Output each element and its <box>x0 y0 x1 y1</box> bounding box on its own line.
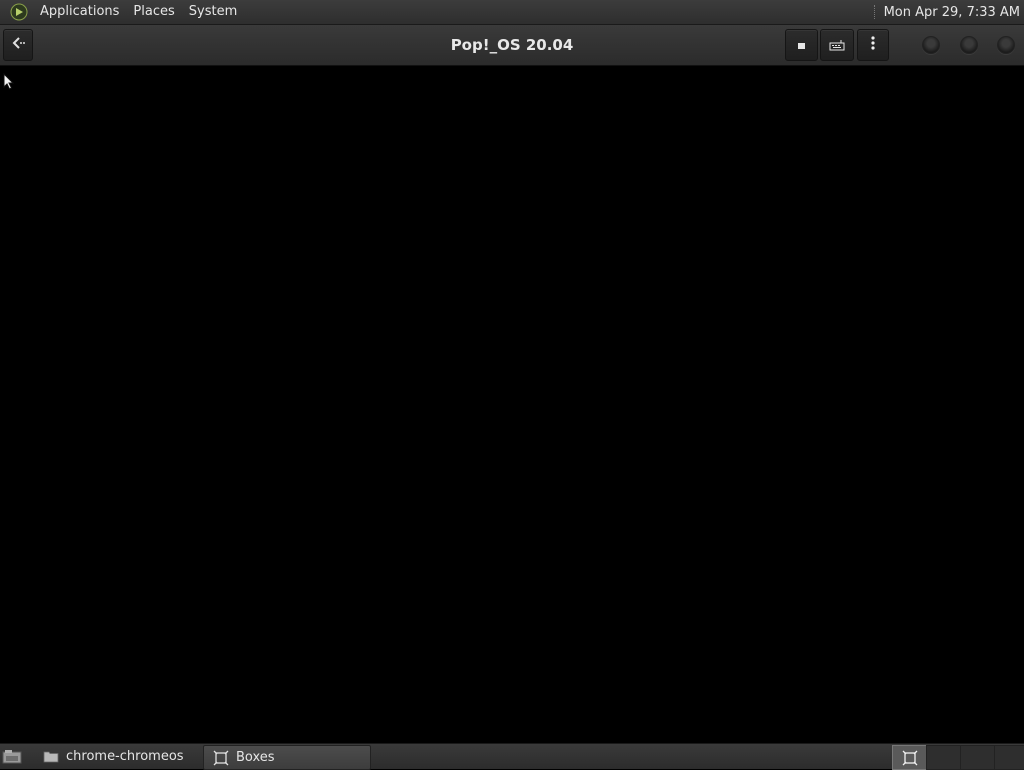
applications-menu[interactable]: Applications <box>33 0 126 24</box>
task-chrome-chromeos[interactable]: chrome-chromeos <box>34 745 200 768</box>
top-panel: Applications Places System Mon Apr 29, 7… <box>0 0 1024 25</box>
gnome-foot-icon[interactable] <box>9 2 29 22</box>
minimize-icon[interactable] <box>922 36 940 54</box>
mouse-pointer-icon <box>3 72 15 95</box>
clock[interactable]: Mon Apr 29, 7:33 AM <box>884 5 1024 20</box>
folder-icon <box>42 749 60 765</box>
keyboard-button[interactable] <box>820 29 854 61</box>
stop-icon <box>797 36 807 55</box>
kebab-menu-icon <box>870 35 876 55</box>
panel-separator <box>873 5 877 19</box>
close-icon[interactable] <box>997 36 1015 54</box>
task-label: Boxes <box>236 750 275 765</box>
stop-button[interactable] <box>785 29 818 61</box>
headerbar: Pop!_OS 20.04 <box>0 25 1024 66</box>
places-menu[interactable]: Places <box>126 0 181 24</box>
workspace-1[interactable] <box>892 745 927 770</box>
boxes-icon <box>893 746 926 769</box>
system-menu[interactable]: System <box>182 0 244 24</box>
show-desktop-icon[interactable] <box>2 748 22 765</box>
bottom-panel: chrome-chromeos Boxes <box>0 743 1024 770</box>
maximize-icon[interactable] <box>960 36 978 54</box>
menu-button[interactable] <box>857 29 889 61</box>
vm-display[interactable] <box>0 66 1024 743</box>
task-boxes[interactable]: Boxes <box>203 745 371 770</box>
workspace-4[interactable] <box>994 745 1024 770</box>
workspace-3[interactable] <box>960 745 995 770</box>
boxes-icon <box>212 750 230 766</box>
task-label: chrome-chromeos <box>66 749 184 764</box>
keyboard-icon <box>829 36 845 55</box>
workspace-2[interactable] <box>926 745 961 770</box>
